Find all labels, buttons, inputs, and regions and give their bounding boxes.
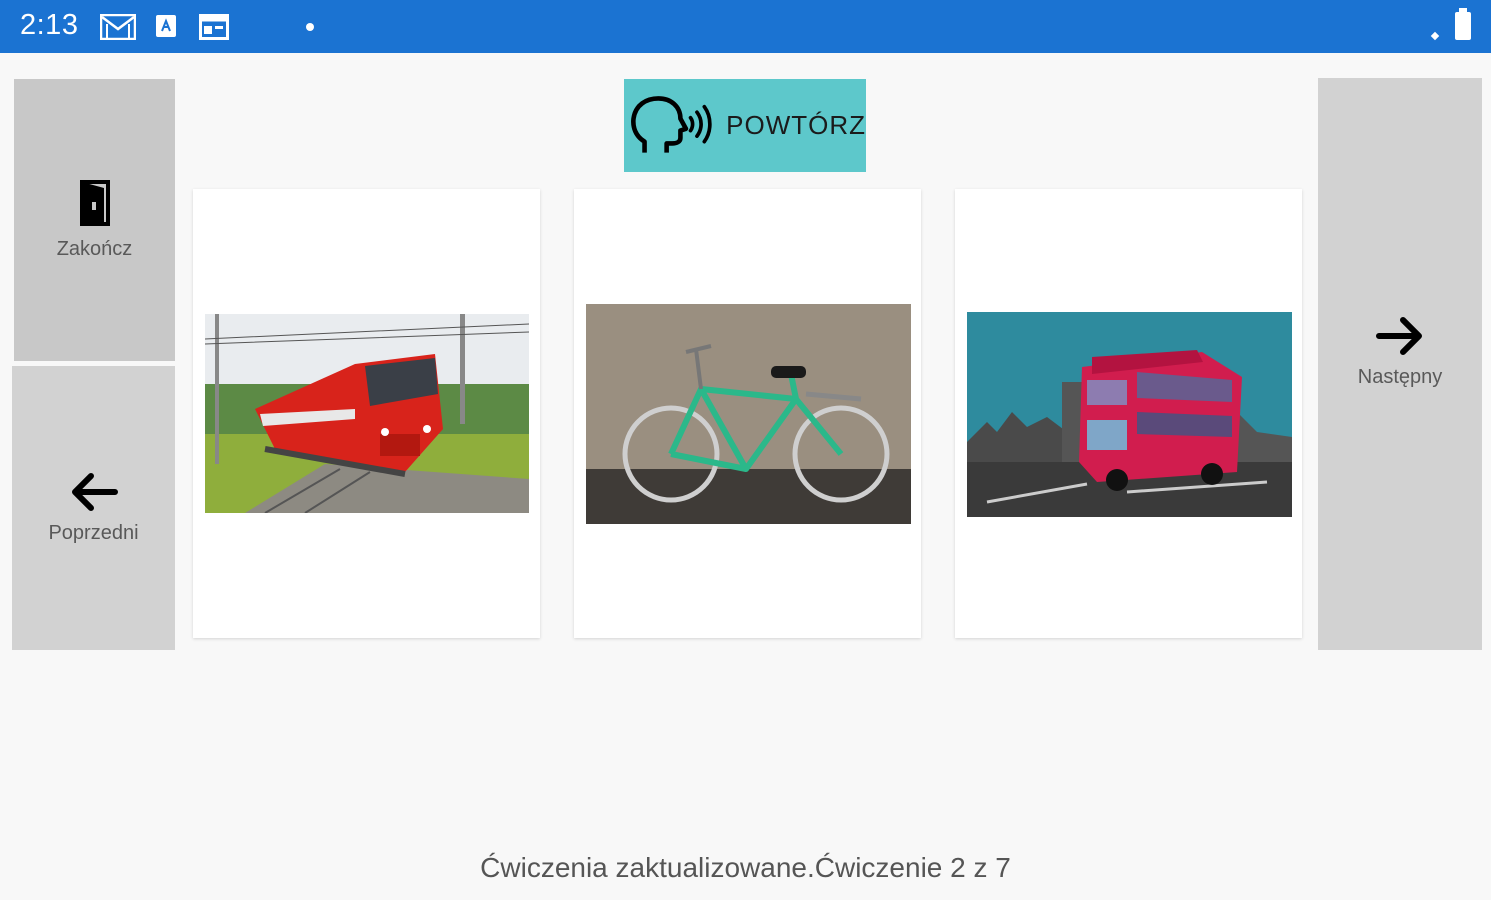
door-exit-icon xyxy=(79,179,110,226)
previous-button-label: Poprzedni xyxy=(48,521,139,544)
next-button-label: Następny xyxy=(1357,366,1443,388)
arrow-left-icon xyxy=(71,472,118,511)
answer-card-train[interactable] xyxy=(193,189,540,638)
previous-button[interactable]: Poprzedni xyxy=(12,366,175,650)
train-photo xyxy=(205,314,529,513)
calendar-icon xyxy=(199,14,229,40)
bicycle-photo xyxy=(586,304,911,524)
signal-icon xyxy=(1430,31,1440,41)
next-button[interactable]: Następny xyxy=(1318,78,1482,650)
arrow-right-icon xyxy=(1376,317,1422,355)
exit-button[interactable]: Zakończ xyxy=(14,79,175,361)
status-time: 2:13 xyxy=(20,9,79,41)
exit-button-label: Zakończ xyxy=(56,237,133,260)
double-decker-bus-photo xyxy=(967,312,1292,517)
battery-icon xyxy=(1455,8,1471,40)
answer-card-bus[interactable] xyxy=(955,189,1302,638)
answer-card-bicycle[interactable] xyxy=(574,189,921,638)
notification-dot xyxy=(306,23,314,31)
repeat-button-label: POWTÓRZ xyxy=(726,110,866,140)
status-bar: 2:13 xyxy=(0,0,1491,53)
app-store-icon xyxy=(156,15,176,37)
repeat-button[interactable]: POWTÓRZ xyxy=(624,79,866,172)
speaking-head-icon xyxy=(631,95,712,153)
gmail-icon xyxy=(100,14,136,40)
exercise-status-text: Ćwiczenia zaktualizowane.Ćwiczenie 2 z 7 xyxy=(480,852,1011,883)
